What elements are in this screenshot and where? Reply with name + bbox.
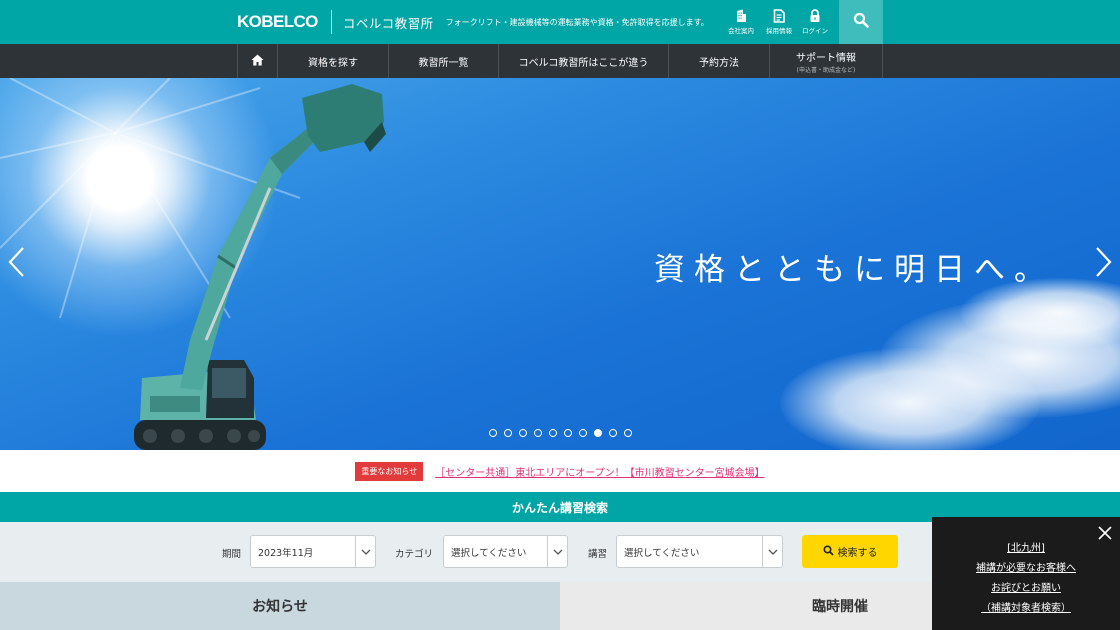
popup-link-apology[interactable]: お詫びとお願い xyxy=(991,579,1061,594)
carousel-dot[interactable] xyxy=(624,429,632,437)
carousel-dot[interactable] xyxy=(519,429,527,437)
search-icon xyxy=(822,544,834,559)
lock-icon xyxy=(808,9,822,23)
cloud xyxy=(780,348,1040,450)
course-label: 講習 xyxy=(588,549,608,560)
login-link[interactable]: ログイン xyxy=(798,0,832,44)
carousel-dot[interactable] xyxy=(594,429,602,437)
course-value: 選択してください xyxy=(624,547,700,559)
building-icon xyxy=(734,9,748,23)
search-icon xyxy=(853,12,869,32)
brand-divider xyxy=(330,10,332,34)
category-value: 選択してください xyxy=(451,547,527,559)
login-label: ログイン xyxy=(802,27,828,35)
nav-label: 資格を探す xyxy=(308,57,358,69)
hero-headline: 資格とともに明日へ。 xyxy=(654,252,1054,288)
nav-label: 教習所一覧 xyxy=(418,57,469,69)
excavator-image xyxy=(134,84,386,450)
tab-extra-label: 臨時開催 xyxy=(812,599,868,615)
carousel-dot[interactable] xyxy=(534,429,542,437)
carousel-dot[interactable] xyxy=(489,429,497,437)
document-icon xyxy=(772,9,786,23)
tab-news-label: お知らせ xyxy=(252,599,308,615)
category-select[interactable]: 選択してください xyxy=(443,535,568,568)
carousel-dot[interactable] xyxy=(504,429,512,437)
notice-link[interactable]: ［センター共通］東北エリアにオープン！【市川教習センター宮城会場】 xyxy=(435,464,764,479)
notice-popup: [北九州] 補講が必要なお客様へ お詫びとお願い （補講対象者検索） xyxy=(932,517,1120,630)
main-nav: 資格を探す 教習所一覧 コベルコ教習所はここが違う 予約方法 サポート情報 (申… xyxy=(0,44,1120,78)
popup-link-search[interactable]: （補講対象者検索） xyxy=(981,599,1071,614)
carousel-pagination xyxy=(489,429,632,437)
popup-link-region[interactable]: [北九州] xyxy=(1007,539,1045,554)
tagline: フォークリフト・建設機械等の運転業務や資格・免許取得を応援します。 xyxy=(445,17,709,27)
important-notice-badge: 重要なお知らせ xyxy=(355,461,424,481)
course-select[interactable]: 選択してください xyxy=(616,535,783,568)
nav-sublabel: (申込書・助成金など) xyxy=(796,66,856,74)
nav-support[interactable]: サポート情報 (申込書・助成金など) xyxy=(769,44,883,78)
search-submit-button[interactable]: 検索する xyxy=(802,535,898,568)
nav-label: サポート情報 xyxy=(796,52,856,64)
nav-differences[interactable]: コベルコ教習所はここが違う xyxy=(498,44,668,78)
carousel-prev-button[interactable] xyxy=(4,246,28,282)
kobelco-logo[interactable]: KOBELCO xyxy=(237,12,318,32)
nav-reservation[interactable]: 予約方法 xyxy=(668,44,769,78)
close-icon[interactable] xyxy=(1098,525,1112,540)
carousel-next-button[interactable] xyxy=(1092,246,1116,282)
carousel-dot[interactable] xyxy=(579,429,587,437)
chevron-right-icon xyxy=(1095,246,1113,282)
company-info-label: 会社案内 xyxy=(728,27,754,35)
top-header: KOBELCO コベルコ教習所 フォークリフト・建設機械等の運転業務や資格・免許… xyxy=(0,0,1120,44)
tab-news[interactable]: お知らせ xyxy=(0,582,560,630)
carousel-dot[interactable] xyxy=(564,429,572,437)
chevron-down-icon xyxy=(762,536,782,567)
nav-find-qualification[interactable]: 資格を探す xyxy=(277,44,388,78)
period-label: 期間 xyxy=(222,549,242,560)
nav-label: コベルコ教習所はここが違う xyxy=(518,57,649,69)
hero-carousel: 資格とともに明日へ。 xyxy=(0,78,1120,450)
brand[interactable]: KOBELCO コベルコ教習所 フォークリフト・建設機械等の運転業務や資格・免許… xyxy=(237,0,709,44)
nav-home[interactable] xyxy=(237,44,277,78)
search-submit-label: 検索する xyxy=(837,548,878,559)
carousel-dot[interactable] xyxy=(549,429,557,437)
recruit-label: 採用情報 xyxy=(766,27,792,35)
important-notice-bar: 重要なお知らせ ［センター共通］東北エリアにオープン！【市川教習センター宮城会場… xyxy=(0,450,1120,492)
school-name[interactable]: コベルコ教習所 xyxy=(343,13,434,32)
chevron-down-icon xyxy=(355,536,375,567)
carousel-dot[interactable] xyxy=(609,429,617,437)
header-search-button[interactable] xyxy=(839,0,883,44)
chevron-left-icon xyxy=(7,246,25,282)
company-info-link[interactable]: 会社案内 xyxy=(724,0,758,44)
category-label: カテゴリ xyxy=(395,549,434,560)
period-value: 2023年11月 xyxy=(258,547,314,559)
period-select[interactable]: 2023年11月 xyxy=(250,535,376,568)
nav-school-list[interactable]: 教習所一覧 xyxy=(388,44,498,78)
recruit-link[interactable]: 採用情報 xyxy=(762,0,796,44)
popup-link-title[interactable]: 補講が必要なお客様へ xyxy=(976,559,1076,574)
chevron-down-icon xyxy=(547,536,567,567)
nav-label: 予約方法 xyxy=(699,57,739,69)
home-icon xyxy=(251,54,264,69)
